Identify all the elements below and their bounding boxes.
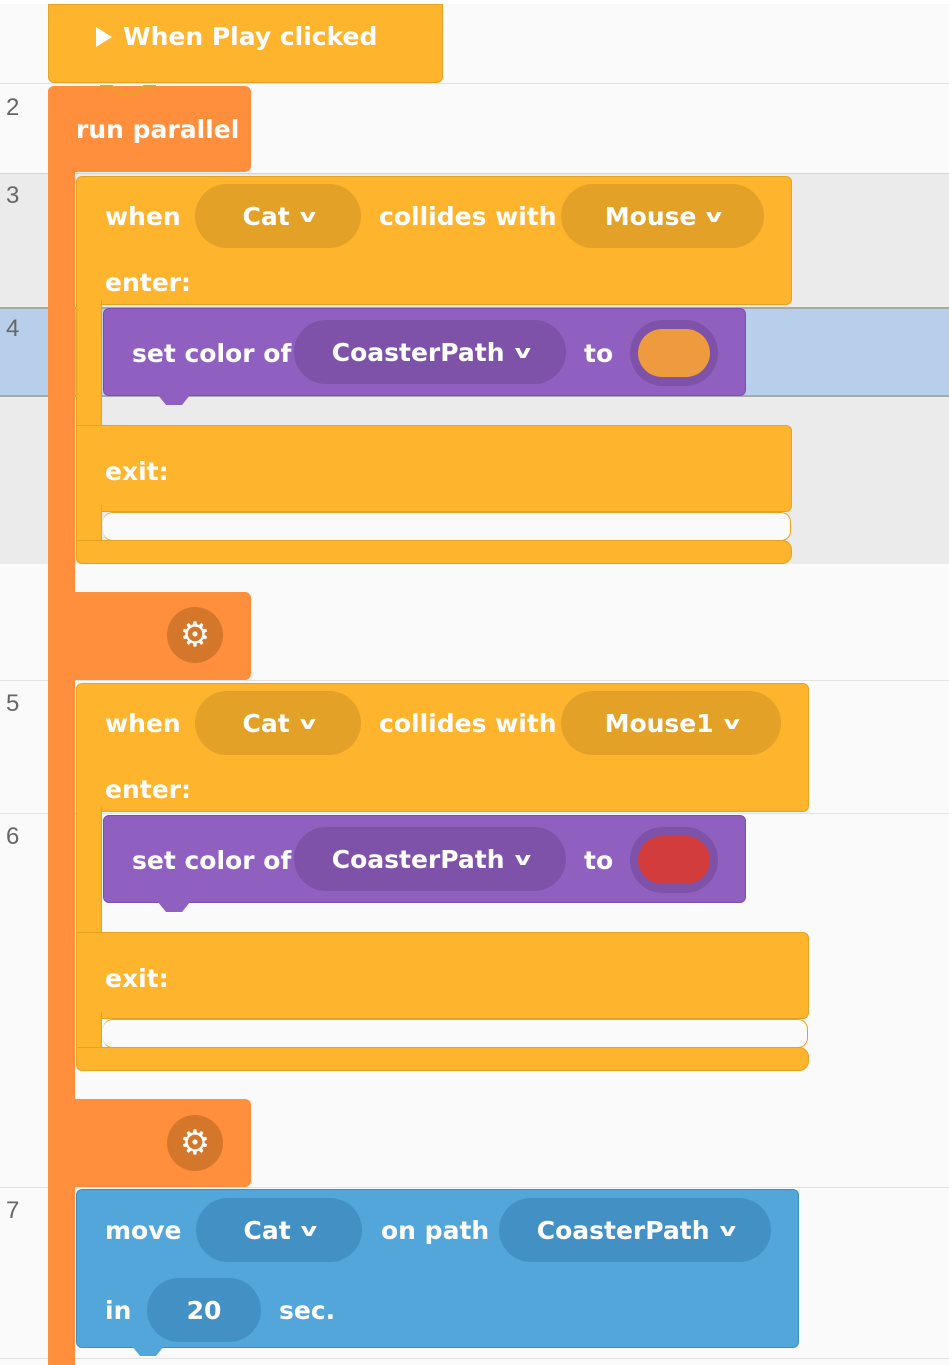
duration-value: 20 xyxy=(186,1295,222,1325)
block-notch xyxy=(146,395,202,405)
object1-value: Cat xyxy=(242,708,290,738)
collision-block-1[interactable]: when Cat v collides with Mouse v enter: xyxy=(76,176,792,305)
exit-label: exit: xyxy=(105,457,169,486)
object2-dropdown[interactable]: Mouse v xyxy=(561,184,764,248)
hat-block-label: When Play clicked xyxy=(123,22,378,51)
move-object-value: Cat xyxy=(243,1215,291,1245)
enter-label: enter: xyxy=(105,268,191,297)
line-number-3: 3 xyxy=(6,182,20,209)
color-picker[interactable] xyxy=(630,827,718,893)
block-notch xyxy=(120,1346,176,1356)
when-label: when xyxy=(105,202,181,231)
collision-block-2[interactable]: when Cat v collides with Mouse1 v enter: xyxy=(76,683,809,812)
run-parallel-block[interactable]: run parallel xyxy=(48,86,251,172)
collides-with-label: collides with xyxy=(379,202,557,231)
row-divider xyxy=(0,1358,949,1359)
chevron-down-icon: v xyxy=(719,1219,736,1241)
to-label: to xyxy=(584,846,614,875)
when-play-clicked-block[interactable]: When Play clicked xyxy=(48,4,443,83)
collision-block-2-spine-lower xyxy=(76,1012,102,1052)
color-picker[interactable] xyxy=(630,320,718,386)
object2-dropdown[interactable]: Mouse1 v xyxy=(561,691,781,755)
target-value: CoasterPath xyxy=(331,337,505,367)
collision-block-1-exit-row: exit: xyxy=(76,425,792,512)
chevron-down-icon: v xyxy=(514,341,531,363)
empty-exit-slot[interactable] xyxy=(103,512,791,541)
color-swatch-red xyxy=(638,836,710,884)
seconds-label: sec. xyxy=(279,1296,336,1325)
chevron-down-icon: v xyxy=(299,712,316,734)
empty-exit-slot[interactable] xyxy=(103,1019,808,1048)
color-swatch-orange xyxy=(638,329,710,377)
collision-block-2-footer xyxy=(76,1047,809,1071)
enter-label: enter: xyxy=(105,775,191,804)
object1-dropdown[interactable]: Cat v xyxy=(195,184,361,248)
path-dropdown[interactable]: CoasterPath v xyxy=(499,1198,771,1262)
collision-block-1-footer xyxy=(76,540,792,564)
line-number-4: 4 xyxy=(6,315,20,342)
to-label: to xyxy=(584,339,614,368)
object1-value: Cat xyxy=(242,201,290,231)
exit-label: exit: xyxy=(105,964,169,993)
collision-block-2-spine xyxy=(76,807,102,937)
move-on-path-block[interactable]: move Cat v on path CoasterPath v in 20 sec… xyxy=(76,1189,799,1348)
object1-dropdown[interactable]: Cat v xyxy=(195,691,361,755)
target-dropdown[interactable]: CoasterPath v xyxy=(294,827,566,891)
in-label: in xyxy=(105,1296,132,1325)
chevron-down-icon: v xyxy=(706,205,723,227)
row-divider xyxy=(0,173,949,174)
chevron-down-icon: v xyxy=(514,848,531,870)
chevron-down-icon: v xyxy=(300,1219,317,1241)
row-divider xyxy=(0,680,949,681)
target-value: CoasterPath xyxy=(331,844,505,874)
play-icon xyxy=(96,27,112,47)
set-color-label: set color of xyxy=(132,339,292,368)
path-value: CoasterPath xyxy=(536,1215,710,1245)
collision-block-1-spine-lower xyxy=(76,505,102,545)
duration-input[interactable]: 20 xyxy=(147,1278,261,1342)
row-divider xyxy=(0,813,949,814)
object2-value: Mouse xyxy=(604,201,697,231)
chevron-down-icon: v xyxy=(723,712,740,734)
collision-block-1-spine xyxy=(76,300,102,430)
branch-settings-row-2: ⚙ xyxy=(48,1099,251,1187)
set-color-label: set color of xyxy=(132,846,292,875)
target-dropdown[interactable]: CoasterPath v xyxy=(294,320,566,384)
chevron-down-icon: v xyxy=(299,205,316,227)
run-parallel-label: run parallel xyxy=(76,115,240,144)
collision-block-2-exit-row: exit: xyxy=(76,932,809,1019)
row-divider xyxy=(0,1187,949,1188)
branch-settings-row-1: ⚙ xyxy=(48,592,251,680)
line-number-6: 6 xyxy=(6,823,20,850)
set-color-block-1[interactable]: set color of CoasterPath v to xyxy=(103,308,746,396)
block-notch xyxy=(146,902,202,912)
object2-value: Mouse1 xyxy=(604,708,714,738)
on-path-label: on path xyxy=(381,1216,490,1245)
move-label: move xyxy=(105,1216,182,1245)
when-label: when xyxy=(105,709,181,738)
block-notch xyxy=(100,85,156,95)
collides-with-label: collides with xyxy=(379,709,557,738)
gear-icon[interactable]: ⚙ xyxy=(167,607,223,663)
line-number-5: 5 xyxy=(6,690,20,717)
line-number-7: 7 xyxy=(6,1197,20,1224)
line-number-2: 2 xyxy=(6,94,20,121)
move-object-dropdown[interactable]: Cat v xyxy=(196,1198,362,1262)
gear-icon[interactable]: ⚙ xyxy=(167,1115,223,1171)
set-color-block-2[interactable]: set color of CoasterPath v to xyxy=(103,815,746,903)
